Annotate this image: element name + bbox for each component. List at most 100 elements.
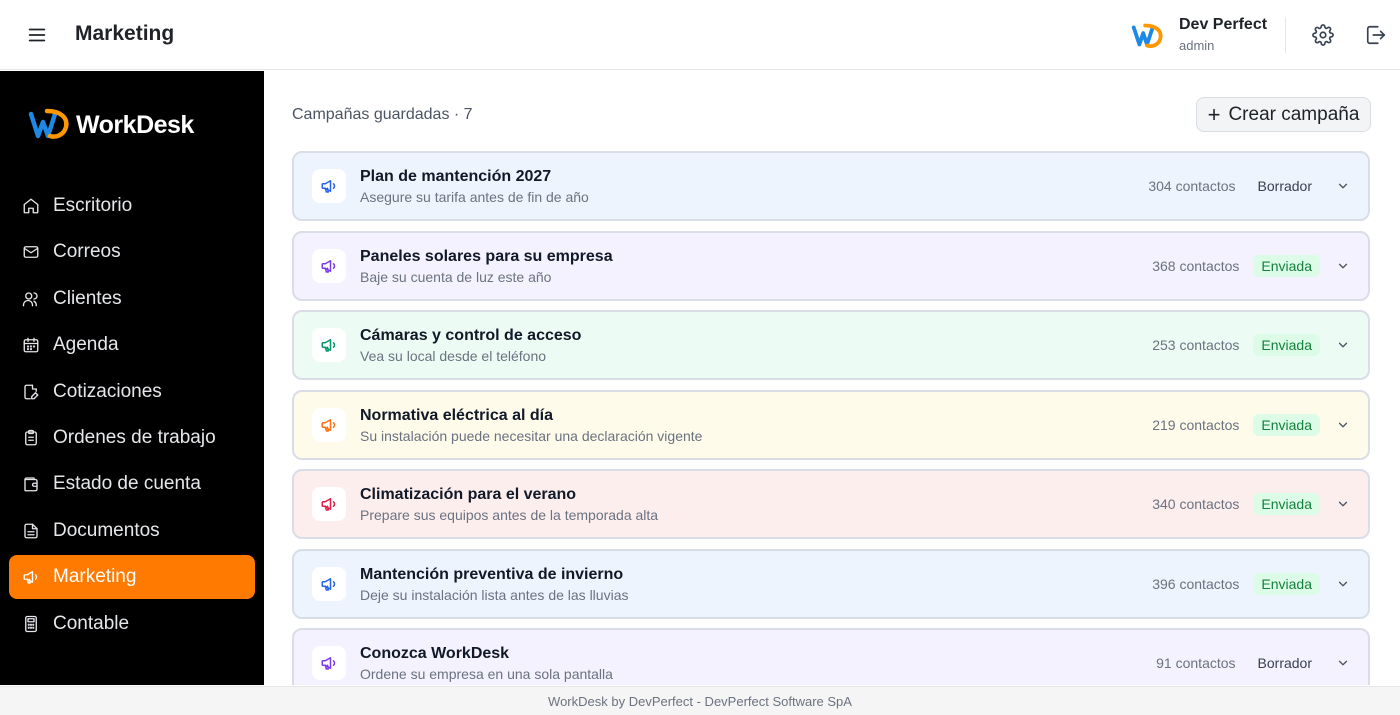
sidebar-item-label: Agenda [53,334,119,356]
campaign-card[interactable]: Climatización para el verano Prepare sus … [292,469,1370,539]
user-avatar-logo-icon[interactable] [1128,16,1166,54]
chevron-down-icon[interactable] [1336,418,1350,432]
sidebar-item-label: Clientes [53,287,122,309]
status-badge: Enviada [1253,334,1320,356]
brand-name-desk: Desk [136,110,194,139]
sidebar: WorkDesk Escritorio Correos Clientes Age… [0,71,264,685]
sidebar-item-clientes[interactable]: Clientes [9,277,255,321]
campaign-card[interactable]: Normativa eléctrica al día Su instalación… [292,389,1370,460]
campaign-icon-box [312,566,346,601]
sidebar-item-label: Marketing [53,566,137,588]
sidebar-item-estado-de-cuenta[interactable]: Estado de cuenta [9,462,255,506]
campaign-card[interactable]: Conozca WorkDesk Ordene su empresa en una… [292,628,1370,685]
status-badge: Borrador [1257,655,1312,671]
section-title: Campañas guardadas · 7 [292,106,473,123]
sidebar-item-label: Estado de cuenta [53,473,201,495]
chevron-down-icon[interactable] [1336,656,1350,670]
sidebar-item-ordenes-de-trabajo[interactable]: Ordenes de trabajo [9,416,255,460]
sidebar-item-contable[interactable]: Contable [9,602,255,646]
sidebar-nav: Escritorio Correos Clientes Agenda Cotiz… [9,184,255,648]
campaign-icon-box [312,646,346,680]
chevron-down-icon[interactable] [1336,338,1350,352]
sidebar-item-label: Correos [53,241,121,263]
megaphone-icon [321,180,336,193]
footer: WorkDesk by DevPerfect - DevPerfect Soft… [0,686,1400,715]
megaphone-icon [321,418,336,432]
campaign-meta: 304 contactos Borrador [1148,153,1350,219]
campaign-icon-box [312,407,346,442]
campaign-contacts: 91 contactos [1156,655,1236,671]
campaign-card[interactable]: Mantención preventiva de invierno Deje su… [292,548,1370,619]
chevron-down-icon[interactable] [1336,577,1350,591]
status-badge: Enviada [1253,493,1320,515]
header-divider [1285,17,1286,53]
logout-icon[interactable] [1365,24,1387,46]
brand-logo[interactable]: WorkDesk [28,106,194,144]
campaign-icon-box [312,248,346,283]
megaphone-icon [321,577,336,591]
sidebar-item-agenda[interactable]: Agenda [9,323,255,367]
campaign-title: Cámaras y control de acceso [360,327,582,344]
campaign-subtitle: Prepare sus equipos antes de la temporad… [360,507,659,523]
create-campaign-label: Crear campaña [1228,103,1360,125]
sidebar-item-cotizaciones[interactable]: Cotizaciones [9,370,255,414]
home-icon [23,198,39,214]
campaign-card[interactable]: Plan de mantención 2027 Asegure su tarifa… [292,151,1370,221]
calendar-icon [23,337,39,353]
sidebar-item-label: Cotizaciones [53,380,162,402]
status-badge: Enviada [1253,254,1320,277]
megaphone-icon [321,498,336,511]
sidebar-item-escritorio[interactable]: Escritorio [9,184,255,228]
status-badge: Borrador [1257,178,1312,194]
user-role: admin [1179,38,1215,53]
plus-icon: + [1207,101,1221,127]
sidebar-item-marketing[interactable]: Marketing [9,555,255,600]
main-content: Campañas guardadas · 7 + Crear campaña P… [264,71,1400,685]
brand-name-work: Work [76,110,137,139]
megaphone-icon [321,657,336,670]
campaign-subtitle: Deje su instalación lista antes de las l… [360,586,629,603]
document-icon [24,523,38,539]
create-campaign-button[interactable]: + Crear campaña [1196,97,1371,132]
campaign-title: Normativa eléctrica al día [360,406,553,424]
campaign-meta: 368 contactos Enviada [1152,233,1350,299]
sidebar-item-correos[interactable]: Correos [9,230,255,274]
campaign-meta: 91 contactos Borrador [1156,630,1350,685]
campaign-icon-box [312,169,346,203]
campaign-meta: 253 contactos Enviada [1152,312,1350,378]
campaign-subtitle: Baje su cuenta de luz este año [360,268,552,285]
campaign-subtitle: Asegure su tarifa antes de fin de año [360,189,589,205]
campaign-meta: 219 contactos Enviada [1152,392,1350,458]
campaign-title: Climatización para el verano [360,486,577,503]
campaign-card[interactable]: Paneles solares para su empresa Baje su c… [292,230,1370,301]
sidebar-item-label: Contable [53,612,130,634]
status-badge: Enviada [1253,413,1320,436]
chevron-down-icon[interactable] [1336,497,1350,511]
campaign-contacts: 253 contactos [1152,337,1240,353]
campaign-subtitle: Vea su local desde el teléfono [360,348,547,364]
campaign-meta: 396 contactos Enviada [1152,551,1350,617]
gear-icon[interactable] [1312,24,1334,46]
clipboard-icon [25,429,37,446]
wallet-icon [24,477,38,492]
sidebar-item-label: Documentos [53,519,160,541]
megaphone-icon [23,571,38,584]
campaign-contacts: 304 contactos [1148,178,1236,194]
file-edit-icon [24,384,39,399]
campaign-meta: 340 contactos Enviada [1152,471,1350,537]
campaign-title: Paneles solares para su empresa [360,247,613,265]
chevron-down-icon[interactable] [1336,179,1350,193]
workdesk-logo-icon [28,108,69,139]
campaign-contacts: 368 contactos [1152,257,1240,274]
sidebar-item-documentos[interactable]: Documentos [9,509,255,553]
brand-name: WorkDesk [76,111,194,140]
user-name: Dev Perfect [1179,16,1268,33]
campaign-title: Plan de mantención 2027 [360,168,552,185]
sidebar-item-label: Escritorio [53,195,133,216]
chevron-down-icon[interactable] [1336,259,1350,273]
menu-icon[interactable] [26,24,48,46]
campaign-title: Mantención preventiva de invierno [360,565,624,583]
campaign-contacts: 219 contactos [1152,416,1240,433]
campaign-card[interactable]: Cámaras y control de acceso Vea su local … [292,310,1370,380]
megaphone-icon [321,259,336,273]
